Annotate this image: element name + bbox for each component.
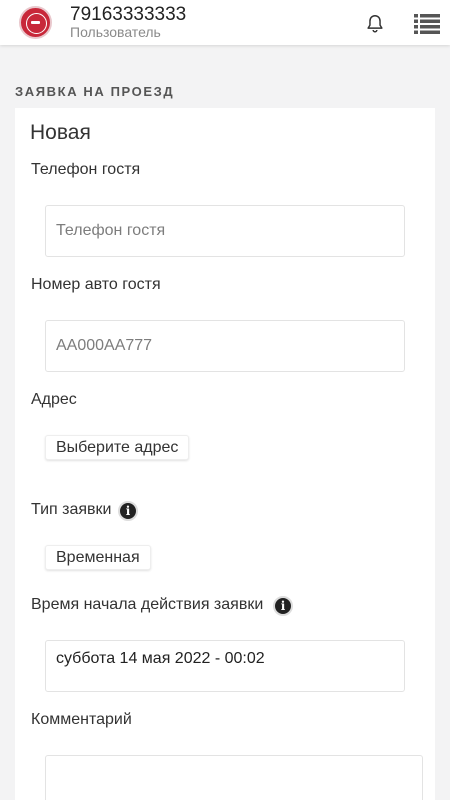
bell-icon[interactable] — [364, 13, 386, 35]
start-time-label: Время начала действия заявки — [31, 596, 264, 613]
guest-car-input[interactable] — [45, 320, 405, 372]
comment-textarea[interactable] — [45, 755, 423, 800]
address-label: Адрес — [31, 391, 77, 408]
list-menu-icon[interactable] — [414, 14, 440, 34]
emblem-logo-icon[interactable] — [19, 6, 52, 39]
start-time-field[interactable]: суббота 14 мая 2022 - 00:02 — [45, 640, 405, 692]
form-title: Новая — [30, 121, 91, 144]
guest-car-label: Номер авто гостя — [31, 276, 161, 293]
select-address-button[interactable]: Выберите адрес — [45, 435, 190, 460]
user-phone: 79163333333 — [70, 4, 187, 25]
request-type-label: Тип заявки — [31, 501, 112, 518]
guest-phone-label: Телефон гостя — [31, 161, 141, 178]
guest-phone-input[interactable] — [45, 205, 405, 257]
comment-label: Комментарий — [31, 711, 132, 728]
section-title: ЗАЯВКА НА ПРОЕЗД — [15, 84, 175, 99]
user-role: Пользователь — [70, 24, 161, 40]
info-icon[interactable]: i — [273, 596, 293, 616]
request-type-button[interactable]: Временная — [45, 545, 151, 570]
info-icon[interactable]: i — [118, 501, 138, 521]
app-header: 79163333333 Пользователь — [0, 0, 450, 45]
